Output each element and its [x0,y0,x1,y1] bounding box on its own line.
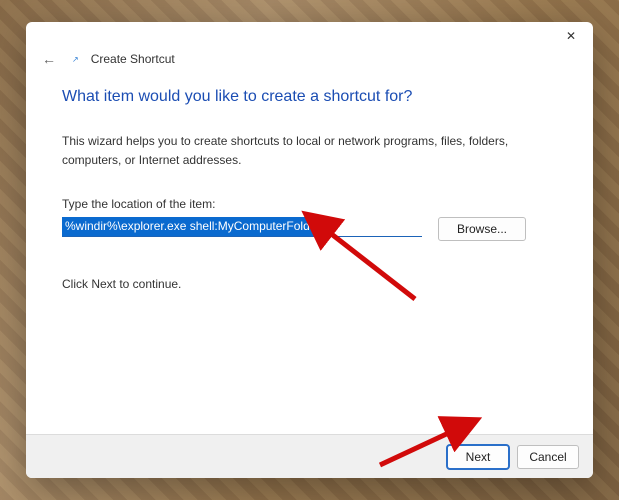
back-arrow-icon[interactable]: ← [40,50,58,68]
shortcut-wizard-icon: ↗ [66,55,79,64]
wizard-description: This wizard helps you to create shortcut… [62,132,557,169]
close-icon: ✕ [566,29,576,43]
browse-button[interactable]: Browse... [438,217,526,241]
dialog-footer: Next Cancel [26,434,593,478]
dialog-content: What item would you like to create a sho… [26,74,593,434]
location-row: %windir%\explorer.exe shell:MyComputerFo… [62,217,557,241]
create-shortcut-dialog: ✕ ← ↗ Create Shortcut What item would yo… [26,22,593,478]
continue-hint: Click Next to continue. [62,277,557,291]
location-input[interactable]: %windir%\explorer.exe shell:MyComputerFo… [62,217,422,236]
dialog-subheader: ← ↗ Create Shortcut [26,48,593,74]
cancel-button[interactable]: Cancel [517,445,579,469]
close-button[interactable]: ✕ [559,26,583,46]
dialog-title: Create Shortcut [87,52,175,66]
page-headline: What item would you like to create a sho… [62,88,557,106]
location-input-value: %windir%\explorer.exe shell:MyComputerFo… [62,217,323,235]
next-button[interactable]: Next [447,445,509,469]
dialog-titlebar: ✕ [26,22,593,48]
location-label: Type the location of the item: [62,197,557,211]
